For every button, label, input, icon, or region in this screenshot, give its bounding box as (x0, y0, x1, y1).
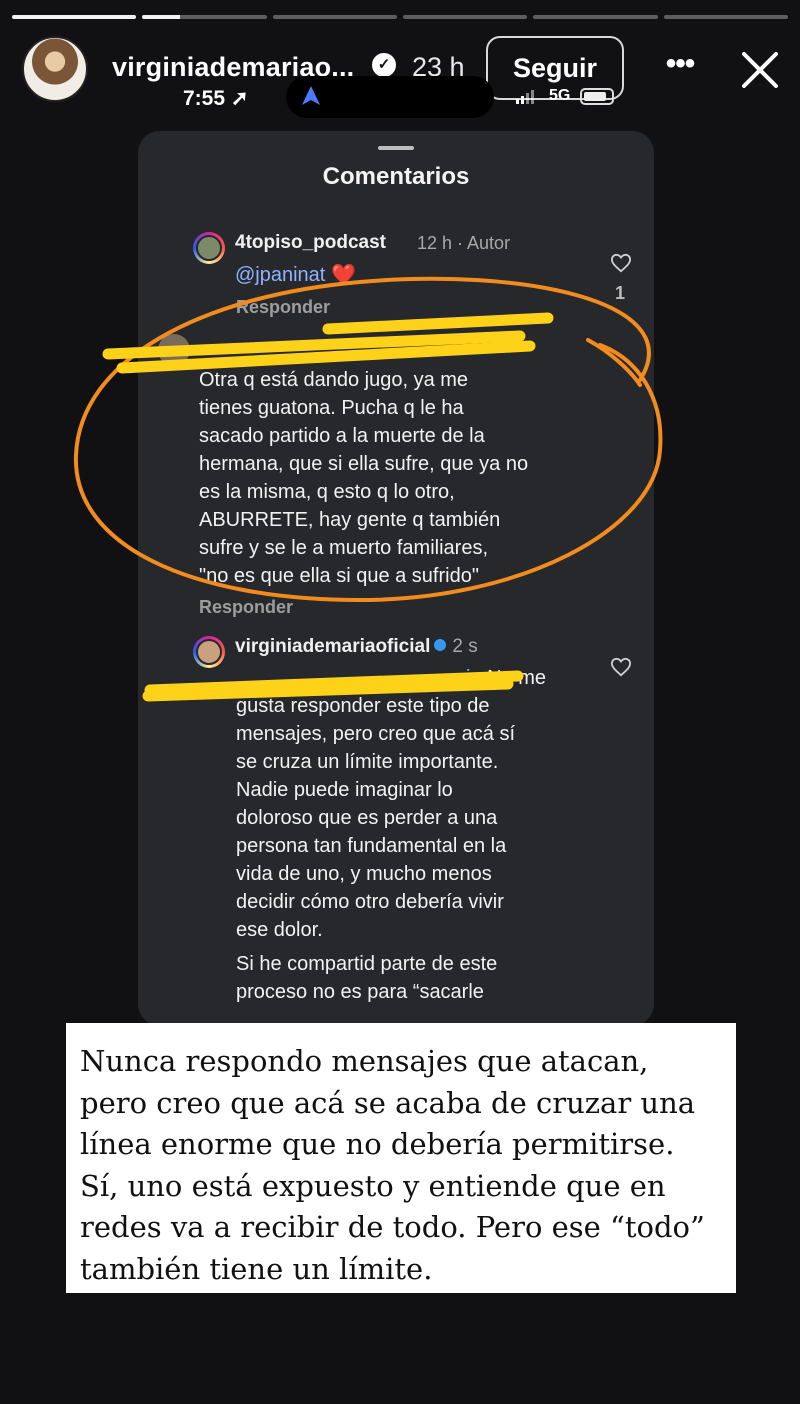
verified-badge-icon: ✓ (372, 53, 396, 77)
comment-username[interactable]: virginiademariaoficial 2 s (235, 636, 478, 658)
heart-emoji: ❤️ (330, 264, 356, 286)
comments-panel: Comentarios 4topiso_podcast 12 h · Autor… (138, 131, 654, 1026)
progress-segment-6 (663, 15, 788, 19)
caption-line: también tiene un límite. (80, 1251, 433, 1286)
progress-segment-5 (533, 15, 658, 19)
comment-line: ese dolor. (236, 919, 323, 941)
comment-line: persona tan fundamental en la (236, 835, 507, 857)
caption-line: Sí, uno está expuesto y entiende que en (80, 1168, 666, 1203)
battery-level (584, 92, 607, 101)
reply-button[interactable]: Responder (236, 297, 330, 318)
comment-avatar[interactable] (193, 232, 225, 264)
comment-line: Si he compartid parte de este (236, 953, 498, 975)
comment-avatar[interactable] (193, 636, 225, 668)
caption-line: línea enorme que no debería permitirse. (80, 1127, 675, 1161)
caption-line: Nunca respondo mensajes que atacan, (80, 1044, 649, 1078)
comment-username[interactable]: 4topiso_podcast (235, 232, 386, 254)
comment-line: mensajes, pero creo que acá sí (236, 723, 516, 745)
comment-line: se cruza un límite importante. (236, 751, 499, 773)
like-heart-icon[interactable] (610, 253, 632, 273)
comment-line: sufre y se le a muerto familiares, (199, 537, 488, 559)
comment-line: decidir cómo otro debería vivir (236, 891, 504, 913)
caption-line: pero creo que acá se acaba de cruzar una (80, 1085, 696, 1120)
close-icon[interactable] (736, 46, 784, 94)
comment-text: Otra q está dando jugo, ya me tienes gua… (199, 366, 528, 590)
verified-dot-icon (434, 639, 447, 651)
comment-mention[interactable]: @jpaninat ❤️ (235, 262, 356, 287)
progress-segment-3 (272, 15, 397, 19)
location-arrow-icon: ➚ (225, 87, 249, 110)
avatar-image (196, 235, 222, 261)
more-options-icon[interactable]: ••• (658, 46, 702, 90)
comment-meta: 2 s (452, 636, 478, 657)
reply-button[interactable]: Responder (199, 597, 293, 618)
progress-segment-2 (142, 15, 267, 19)
comment-line: gusta responder este tipo de (236, 695, 490, 717)
comment-mention-tail[interactable]: ia (466, 667, 482, 689)
navigation-arrow-icon (302, 86, 320, 105)
comment-first-line: ia No me (236, 664, 636, 692)
comment-meta: 12 h · Autor (417, 233, 511, 253)
mention-text[interactable]: @jpaninat (235, 264, 325, 286)
avatar-image (196, 639, 222, 665)
comment-text: ia No me gusta responder este tipo de me… (236, 664, 636, 1006)
comments-title: Comentarios (322, 163, 470, 190)
caption-text: Nunca respondo mensajes que atacan, pero… (80, 1041, 722, 1290)
comment-line: es la misma, q esto q lo otro, (199, 481, 455, 503)
story-progress-bar (12, 15, 788, 19)
drag-handle[interactable] (378, 146, 414, 150)
comment-line: tienes guatona. Pucha q le ha (199, 397, 464, 419)
comment-line: sacado partido a la muerte de la (199, 425, 485, 447)
comment-line: Nadie puede imaginar lo (236, 779, 453, 801)
comment-avatar[interactable] (158, 334, 190, 366)
progress-segment-1 (12, 15, 137, 19)
progress-fill (142, 15, 180, 19)
comment-line: "no es que ella si que a sufrido" (199, 565, 479, 587)
comment-line: ABURRETE, hay gente q también (199, 509, 501, 531)
like-count: 1 (615, 283, 626, 303)
status-clock: 7:55 ➚ (183, 86, 248, 111)
comment-line: doloroso que es perder a una (236, 807, 498, 829)
progress-fill (12, 15, 137, 19)
progress-segment-4 (402, 15, 528, 19)
signal-icon (516, 90, 534, 104)
caption-line: redes va a recibir de todo. Pero ese “to… (80, 1210, 705, 1244)
comment-line: proceso no es para “sacarle (236, 981, 484, 1003)
comment-line: Otra q está dando jugo, ya me (199, 369, 469, 391)
comment-line: No me (487, 667, 547, 689)
comment-line: hermana, que si ella sufre, que ya no (199, 453, 529, 475)
story-caption-box: Nunca respondo mensajes que atacan, pero… (66, 1023, 736, 1293)
battery-icon (580, 88, 614, 105)
profile-avatar[interactable] (22, 36, 88, 102)
comment-line: vida de uno, y mucho menos (236, 863, 492, 885)
network-type: 5G (549, 87, 571, 104)
status-time: 7:55 (183, 87, 226, 110)
comment-username-text[interactable]: virginiademariaoficial (235, 636, 430, 657)
